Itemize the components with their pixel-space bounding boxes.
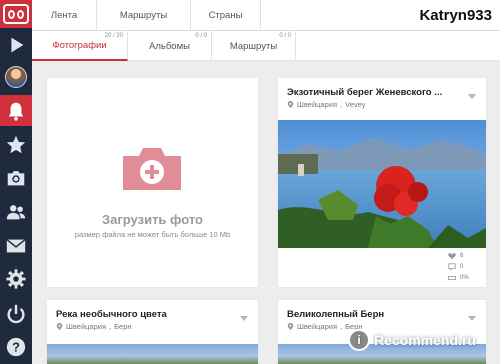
photo-card[interactable]: Река необычного цвета Швейцария , Берн xyxy=(47,300,258,364)
gear-icon[interactable] xyxy=(0,264,32,294)
photo-location: Швейцария , Берн xyxy=(56,322,132,331)
camera-icon[interactable] xyxy=(0,163,32,193)
sub-tabs: Фотографии 20 / 20 Альбомы 0 / 0 Маршрут… xyxy=(32,31,500,61)
tab-albums[interactable]: Альбомы 0 / 0 xyxy=(128,31,212,61)
photo-country[interactable]: Швейцария xyxy=(66,322,106,331)
watermark: i Recommend.ru xyxy=(348,327,476,353)
upload-title: Загрузить фото xyxy=(102,212,203,227)
tab-feed[interactable]: Лента xyxy=(32,0,97,31)
photo-city[interactable]: Vevey xyxy=(345,100,365,109)
tab-sub-routes[interactable]: Маршруты 0 / 0 xyxy=(212,31,296,61)
location-separator: , xyxy=(340,322,343,331)
sidebar: ? xyxy=(0,0,32,364)
watermark-logo-icon: i xyxy=(348,329,370,351)
avatar[interactable] xyxy=(0,62,32,92)
comments-stat[interactable]: 0 xyxy=(448,261,480,272)
upload-hint: размер файла не может быть больше 10 Mb xyxy=(74,230,231,239)
photo-location: Швейцария , Vevey xyxy=(287,100,366,109)
comments-count: 0 xyxy=(460,263,464,270)
photo-title[interactable]: Великолепный Берн xyxy=(287,309,384,320)
photo-title[interactable]: Река необычного цвета xyxy=(56,309,167,320)
percent-stat: 0% xyxy=(448,272,480,283)
photo-image[interactable] xyxy=(47,344,258,364)
star-icon[interactable] xyxy=(0,130,32,160)
watermark-text: Recommend.ru xyxy=(374,332,476,348)
photo-country[interactable]: Швейцария xyxy=(297,100,337,109)
photo-title[interactable]: Экзотичный берег Женевского ... xyxy=(287,87,442,98)
comment-icon xyxy=(448,262,456,271)
tab-albums-label: Альбомы xyxy=(149,40,190,52)
chevron-down-icon[interactable] xyxy=(240,316,248,321)
photo-country[interactable]: Швейцария xyxy=(297,322,337,331)
likes-count: 6 xyxy=(460,252,464,259)
upload-photo-card[interactable]: Загрузить фото размер файла не может быт… xyxy=(47,78,258,287)
tab-photos-count: 20 / 20 xyxy=(104,33,123,39)
tab-sub-routes-count: 0 / 0 xyxy=(279,33,291,39)
location-pin-icon xyxy=(56,323,63,330)
tab-photos-label: Фотографии xyxy=(52,39,107,51)
photo-stats: 6 0 0% xyxy=(448,250,480,283)
location-separator: , xyxy=(109,322,112,331)
location-pin-icon xyxy=(287,101,294,108)
tab-photos[interactable]: Фотографии 20 / 20 xyxy=(32,31,128,61)
username[interactable]: Katryn933 xyxy=(419,0,492,31)
tab-sub-routes-label: Маршруты xyxy=(229,40,278,52)
tab-albums-count: 0 / 0 xyxy=(195,33,207,39)
percent-value: 0% xyxy=(460,274,469,281)
location-pin-icon xyxy=(287,323,294,330)
help-icon[interactable]: ? xyxy=(0,332,32,362)
tab-countries[interactable]: Страны xyxy=(191,0,261,31)
likes-stat[interactable]: 6 xyxy=(448,250,480,261)
chevron-down-icon[interactable] xyxy=(468,94,476,99)
mail-icon[interactable] xyxy=(0,231,32,261)
play-icon[interactable] xyxy=(0,30,32,60)
power-icon[interactable] xyxy=(0,299,32,329)
photo-image[interactable] xyxy=(278,120,486,248)
logo-icon[interactable] xyxy=(0,0,32,28)
chevron-down-icon[interactable] xyxy=(468,316,476,321)
svg-text:?: ? xyxy=(12,340,20,355)
heart-icon xyxy=(448,252,456,259)
users-icon[interactable] xyxy=(0,197,32,227)
tab-routes[interactable]: Маршруты xyxy=(97,0,191,31)
camera-upload-icon xyxy=(123,148,181,190)
top-nav: Лента Маршруты Страны Katryn933 xyxy=(32,0,500,31)
location-separator: , xyxy=(340,100,343,109)
bell-icon[interactable] xyxy=(0,95,32,126)
photo-city[interactable]: Берн xyxy=(114,322,131,331)
progress-bar-icon xyxy=(448,275,456,280)
photo-card[interactable]: Экзотичный берег Женевского ... Швейцари… xyxy=(278,78,486,287)
